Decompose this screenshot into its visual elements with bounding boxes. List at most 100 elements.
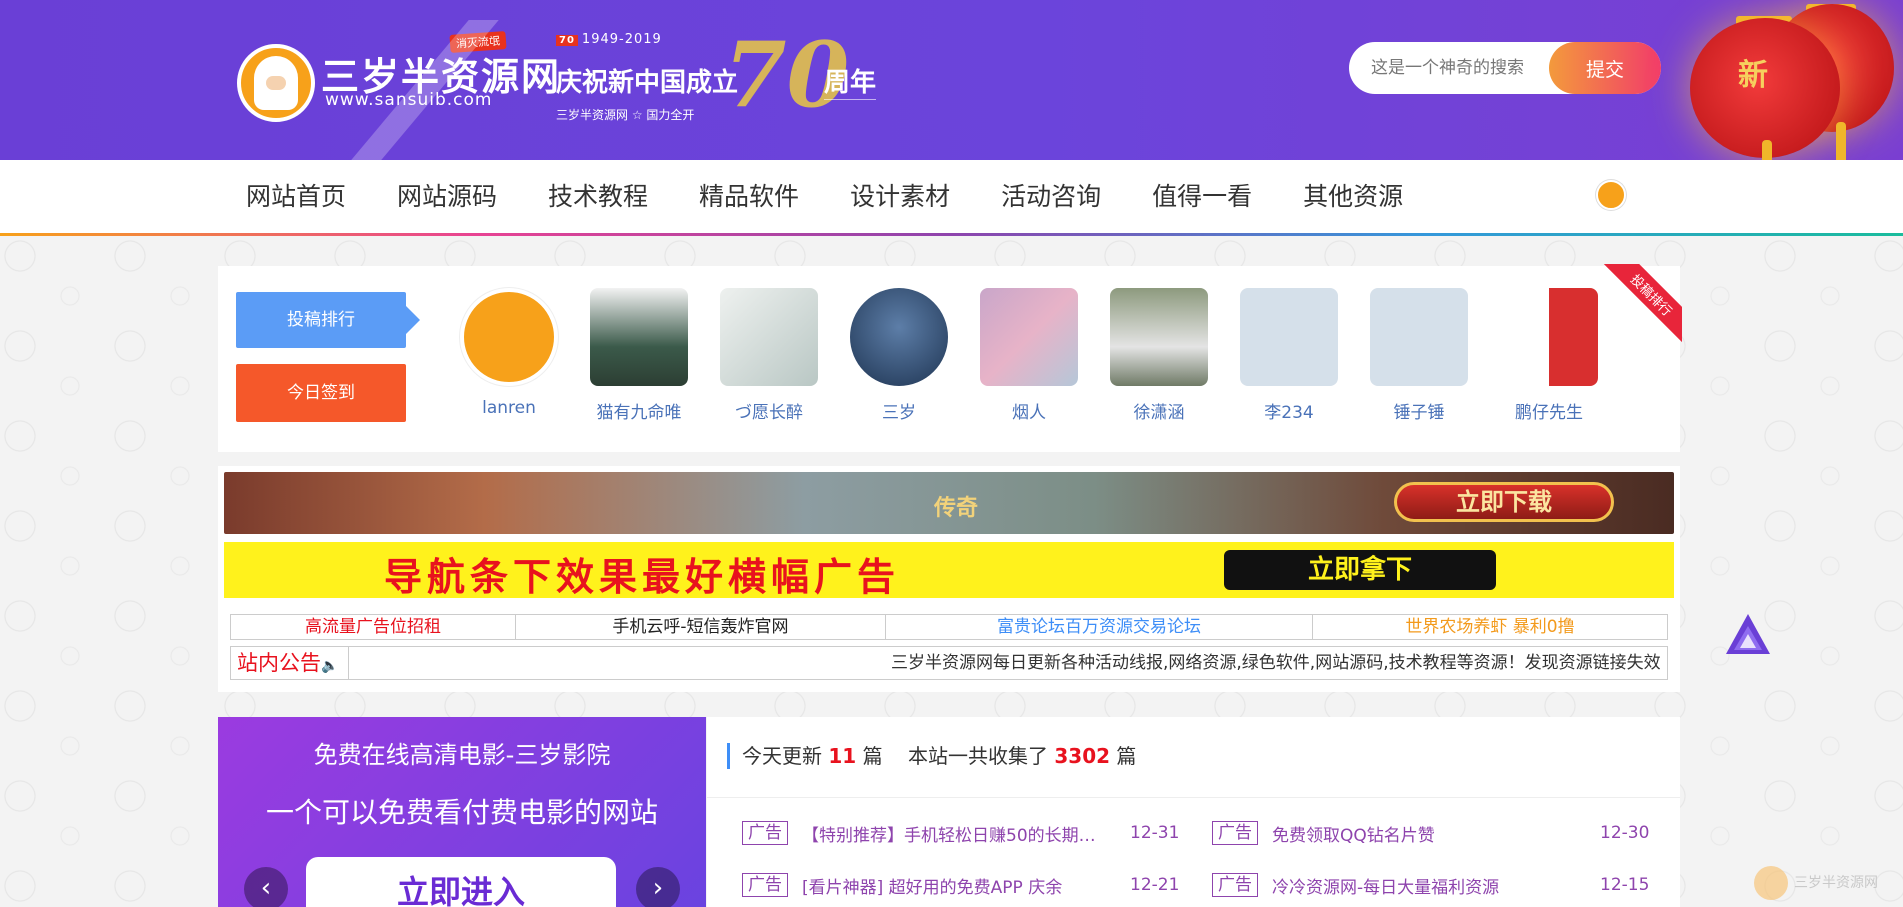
contributors-panel: 投稿排行 今日签到 lanren 猫有九命唯 づ愿长醉 三岁 烟人 徐潇涵 李2… <box>218 264 1682 452</box>
ad-tag: 广告 <box>1212 821 1258 845</box>
nav-ad-text: 导航条下效果最好横幅广告 <box>384 555 901 599</box>
corner-watermark-logo: 三岁半资源网 <box>1754 862 1903 907</box>
total-unit: 篇 <box>1116 744 1137 768</box>
contributor-name: 徐潇涵 <box>1133 403 1185 423</box>
user-avatar[interactable] <box>1596 180 1626 210</box>
text-ad-link[interactable]: 高流量广告位招租 <box>231 615 516 639</box>
news-item[interactable]: 广告 免费领取QQ钻名片赞 12-30 <box>1212 820 1649 846</box>
news-title: 【特别推荐】手机轻松日赚50的长期项目 <box>802 825 1102 846</box>
notice-text[interactable]: 三岁半资源网每日更新各种活动线报,网络资源,绿色软件,网站源码,技术教程等资源！… <box>891 647 1661 679</box>
avatar <box>720 288 818 386</box>
ad-tag: 广告 <box>1212 873 1258 897</box>
anniversary-years: 70 1949-2019 <box>556 32 662 47</box>
back-to-top-button[interactable] <box>1726 614 1770 664</box>
contributor-item[interactable]: lanren <box>444 288 574 423</box>
notice-label-text: 站内公告 <box>237 651 321 675</box>
nav-item-source-code[interactable]: 网站源码 <box>397 160 497 233</box>
contributor-item[interactable]: 三岁 <box>834 288 964 423</box>
nav-item-worth-seeing[interactable]: 值得一看 <box>1152 160 1252 233</box>
avatar <box>460 288 558 386</box>
updates-divider <box>707 797 1680 798</box>
arrow-up-icon <box>1726 614 1770 654</box>
total-count: 3302 <box>1054 744 1111 768</box>
ad-tag: 广告 <box>742 873 788 897</box>
contributor-item[interactable]: づ愿长醉 <box>704 288 834 423</box>
nav-items: 网站首页 网站源码 技术教程 精品软件 设计素材 活动咨询 值得一看 其他资源 <box>246 160 1454 233</box>
watermark-text: 三岁半资源网 <box>1794 875 1878 891</box>
nav-item-tutorials[interactable]: 技术教程 <box>548 160 648 233</box>
anniversary-suffix: 周年 <box>824 62 876 100</box>
contributor-item[interactable]: 鹏仔先生 <box>1484 288 1614 423</box>
chevron-left-icon[interactable]: ‹ <box>244 867 288 907</box>
promo-enter-button[interactable]: 立即进入 <box>306 857 616 907</box>
contributor-item[interactable]: 锤子锤 <box>1354 288 1484 423</box>
anniversary-headline: 庆祝新中国成立 <box>556 68 739 98</box>
site-notice: 站内公告🔈 三岁半资源网每日更新各种活动线报,网络资源,绿色软件,网站源码,技术… <box>230 646 1668 680</box>
avatar <box>1240 288 1338 386</box>
news-title: 免费领取QQ钻名片赞 <box>1272 825 1435 846</box>
avatar <box>590 288 688 386</box>
contributor-name: 鹏仔先生 <box>1515 403 1583 423</box>
nav-item-activities[interactable]: 活动咨询 <box>1001 160 1101 233</box>
news-item[interactable]: 广告 冷冷资源网-每日大量福利资源 12-15 <box>1212 872 1649 898</box>
nav-item-other[interactable]: 其他资源 <box>1303 160 1403 233</box>
anniversary-years-text: 1949-2019 <box>581 32 662 47</box>
news-item[interactable]: 广告 【特别推荐】手机轻松日赚50的长期项目 12-31 <box>742 820 1179 846</box>
nav-item-design[interactable]: 设计素材 <box>850 160 950 233</box>
ad-panel: 传奇 立即下载 导航条下效果最好横幅广告 立即拿下 高流量广告位招租 手机云呼-… <box>218 466 1680 692</box>
game-ad-banner[interactable]: 传奇 立即下载 <box>224 472 1674 534</box>
news-item[interactable]: 广告 [看片神器] 超好用的免费APP 庆余 12-21 <box>742 872 1179 898</box>
anniversary-sub: 三岁半资源网 ☆ 国力全开 <box>556 108 695 122</box>
game-ad-download-button[interactable]: 立即下载 <box>1394 482 1614 522</box>
text-ad-link[interactable]: 富贵论坛百万资源交易论坛 <box>886 615 1313 639</box>
avatar <box>1500 288 1598 386</box>
today-prefix: 今天更新 <box>742 744 822 768</box>
nav-ad-button[interactable]: 立即拿下 <box>1224 550 1496 590</box>
nav-ad-banner[interactable]: 导航条下效果最好横幅广告 立即拿下 <box>224 542 1674 599</box>
site-logo[interactable]: 三岁半资源网 www.sansuib.com 消灭流氓 <box>237 31 559 122</box>
contributor-name: づ愿长醉 <box>735 403 803 423</box>
rank-ribbon-label: 投稿排行 <box>1602 264 1682 344</box>
today-count: 11 <box>828 744 857 768</box>
logo-mascot <box>237 44 315 122</box>
contributor-item[interactable]: 猫有九命唯 <box>574 288 704 423</box>
total-prefix: 本站一共收集了 <box>908 744 1048 768</box>
rank-ribbon: 投稿排行 <box>1602 264 1682 344</box>
contributor-name: 三岁 <box>882 403 916 423</box>
game-ad-logo: 传奇 <box>934 496 979 521</box>
contributor-list: lanren 猫有九命唯 づ愿长醉 三岁 烟人 徐潇涵 李234 锤子锤 鹏仔先… <box>444 288 1614 423</box>
movie-promo: 免费在线高清电影-三岁影院 一个可以免费看付费电影的网站 ‹ 立即进入 › <box>218 717 706 907</box>
contributor-item[interactable]: 烟人 <box>964 288 1094 423</box>
daily-checkin-button[interactable]: 今日签到 <box>236 364 406 422</box>
text-ad-links: 高流量广告位招租 手机云呼-短信轰炸官网 富贵论坛百万资源交易论坛 世界农场养虾… <box>230 614 1668 640</box>
search-input[interactable] <box>1371 42 1551 94</box>
nav-color-bar <box>0 233 1903 236</box>
promo-title: 免费在线高清电影-三岁影院 <box>313 741 611 769</box>
news-date: 12-15 <box>1600 875 1650 895</box>
news-date: 12-21 <box>1130 875 1180 895</box>
contributor-name: 烟人 <box>1012 403 1046 423</box>
nav-item-home[interactable]: 网站首页 <box>246 160 346 233</box>
contributor-name: lanren <box>482 398 536 418</box>
nav-item-software[interactable]: 精品软件 <box>699 160 799 233</box>
text-ad-link[interactable]: 世界农场养虾 暴利0撸 <box>1313 615 1667 639</box>
news-date: 12-31 <box>1130 823 1180 843</box>
lantern-char: 新 <box>1738 58 1768 93</box>
anniversary-banner: 70 1949-2019 庆祝新中国成立 70 周年 三岁半资源网 ☆ 国力全开 <box>556 30 876 130</box>
watermark-mascot-icon <box>1754 866 1788 900</box>
text-ad-link[interactable]: 手机云呼-短信轰炸官网 <box>516 615 886 639</box>
contributor-item[interactable]: 李234 <box>1224 288 1354 423</box>
search-box: 提交 <box>1349 42 1661 94</box>
avatar <box>1370 288 1468 386</box>
contributor-name: 锤子锤 <box>1393 403 1445 423</box>
speaker-icon: 🔈 <box>321 658 339 674</box>
search-submit-button[interactable]: 提交 <box>1549 42 1661 94</box>
chevron-right-icon[interactable]: › <box>636 867 680 907</box>
main-nav: 网站首页 网站源码 技术教程 精品软件 设计素材 活动咨询 值得一看 其他资源 <box>0 160 1903 236</box>
ad-tag: 广告 <box>742 821 788 845</box>
updates-heading: 今天更新 11 篇 本站一共收集了 3302 篇 <box>727 743 1136 769</box>
updates-panel: 今天更新 11 篇 本站一共收集了 3302 篇 广告 【特别推荐】手机轻松日赚… <box>707 717 1680 907</box>
submission-rank-button[interactable]: 投稿排行 <box>236 292 420 348</box>
anniversary-badge: 70 <box>556 35 578 46</box>
contributor-item[interactable]: 徐潇涵 <box>1094 288 1224 423</box>
